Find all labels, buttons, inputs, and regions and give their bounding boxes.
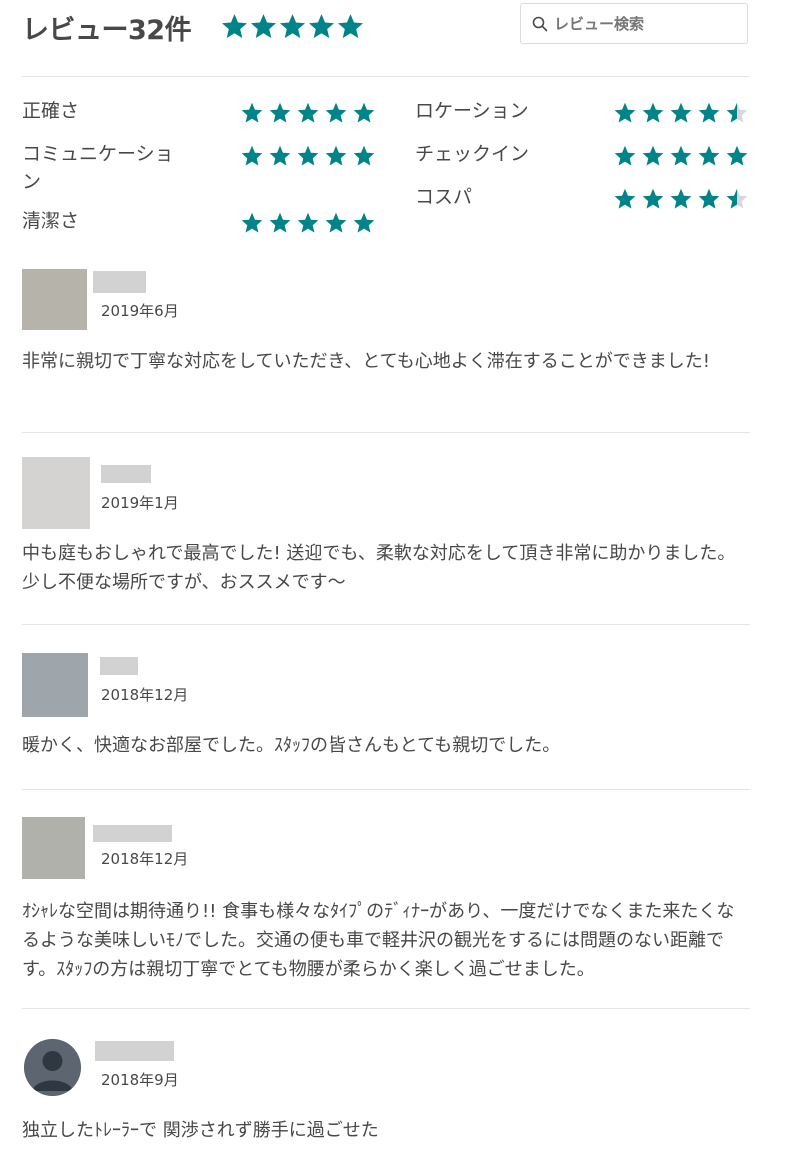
reviewer-avatar[interactable] [22,457,90,529]
star-icon [669,144,693,168]
review-date: 2018年12月 [101,686,189,704]
rating-stars [613,144,753,168]
review-text: 非常に親切で丁寧な対応をしていただき、とても心地よく滞在することができました! [22,351,710,372]
reviews-count-title: レビュー32件 [22,15,192,46]
star-icon [669,187,693,211]
rating-label: コミュニケーション [22,143,174,193]
review-text: 暖かく、快適なお部屋でした。ｽﾀｯﾌの皆さんもとても親切でした。 [22,735,561,756]
star-icon [697,187,721,211]
star-icon [352,144,376,168]
star-icon [278,12,307,41]
review-text: ｵｼｬﾚな空間は期待通り!! 食事も様々なﾀｲﾌﾟのﾃﾞｨﾅｰがあり、一度だけで… [22,901,735,980]
star-icon [268,211,292,235]
rating-label: チェックイン [415,143,530,165]
review-item: 2018年12月 暖かく、快適なお部屋でした。ｽﾀｯﾌの皆さんもとても親切でした… [22,653,750,773]
review-date: 2018年9月 [101,1071,179,1089]
search-input[interactable] [554,14,734,33]
star-icon [220,12,249,41]
star-icon [324,211,348,235]
star-icon [725,144,749,168]
reviewer-name-redacted[interactable] [101,465,151,483]
reviews-section: レビュー32件 正確さ コミュニケーション 清潔さ [22,0,750,1141]
review-date: 2019年1月 [101,494,179,512]
review-divider [22,432,750,433]
half-star-icon [725,187,749,211]
rating-stars [240,211,380,235]
rating-label: 正確さ [22,100,80,122]
reviewer-avatar[interactable] [22,269,87,330]
review-divider [22,789,750,790]
star-icon [336,12,365,41]
star-icon [669,101,693,125]
reviewer-name-redacted[interactable] [93,825,172,842]
rating-label: 清潔さ [22,210,80,232]
star-icon [240,101,264,125]
review-divider [22,1008,750,1009]
half-star-icon [725,101,749,125]
rating-label: ロケーション [415,100,529,122]
reviews-header: レビュー32件 [22,0,750,77]
reviewer-name-redacted[interactable] [93,271,146,293]
reviewer-avatar[interactable] [22,817,85,879]
star-icon [613,144,637,168]
reviewer-avatar[interactable] [22,653,88,717]
star-icon [240,211,264,235]
rating-stars [240,144,380,168]
star-icon [268,101,292,125]
star-icon [613,101,637,125]
review-date: 2018年12月 [101,850,189,868]
star-icon [296,144,320,168]
star-icon [641,187,665,211]
star-icon [324,101,348,125]
star-icon [296,101,320,125]
rating-row-checkin: チェックイン [415,140,750,168]
rating-label: コスパ [415,186,473,208]
review-text: 独立したﾄﾚｰﾗｰで 関渉されず勝手に過ごせた [22,1120,379,1141]
rating-row-communication: コミュニケーション [22,140,187,196]
rating-row-cleanliness: 清潔さ [22,207,375,235]
review-item: 2018年9月 独立したﾄﾚｰﾗｰで 関渉されず勝手に過ごせた [22,1039,750,1157]
star-icon [268,144,292,168]
review-search-box[interactable] [520,3,748,44]
star-icon [641,144,665,168]
star-icon [352,211,376,235]
rating-stars [240,101,380,125]
overall-rating-stars [220,12,365,41]
category-ratings: 正確さ コミュニケーション 清潔さ ロケーション チェックイン コスパ [22,77,750,247]
rating-row-location: ロケーション [415,97,750,125]
review-item: 2019年1月 中も庭もおしゃれで最高でした! 送迎でも、柔軟な対応をして頂き非… [22,457,750,597]
reviewer-name-redacted[interactable] [100,657,138,675]
star-icon [240,144,264,168]
review-date: 2019年6月 [101,302,179,320]
star-icon [249,12,278,41]
star-icon [641,101,665,125]
default-user-icon [24,1039,81,1096]
star-icon [296,211,320,235]
reviewer-name-redacted[interactable] [95,1041,174,1061]
star-icon [324,144,348,168]
review-item: 2019年6月 非常に親切で丁寧な対応をしていただき、とても心地よく滞在すること… [22,269,750,409]
star-icon [613,187,637,211]
review-divider [22,624,750,625]
search-icon [532,16,548,32]
star-icon [307,12,336,41]
star-icon [352,101,376,125]
review-item: 2018年12月 ｵｼｬﾚな空間は期待通り!! 食事も様々なﾀｲﾌﾟのﾃﾞｨﾅｰ… [22,817,750,997]
star-icon [697,144,721,168]
rating-stars [613,101,753,125]
rating-stars [613,187,753,211]
star-icon [697,101,721,125]
rating-row-value: コスパ [415,183,750,211]
review-text: 中も庭もおしゃれで最高でした! 送迎でも、柔軟な対応をして頂き非常に助かりました… [22,543,736,593]
rating-row-accuracy: 正確さ [22,97,375,125]
reviewer-avatar[interactable] [24,1039,81,1096]
